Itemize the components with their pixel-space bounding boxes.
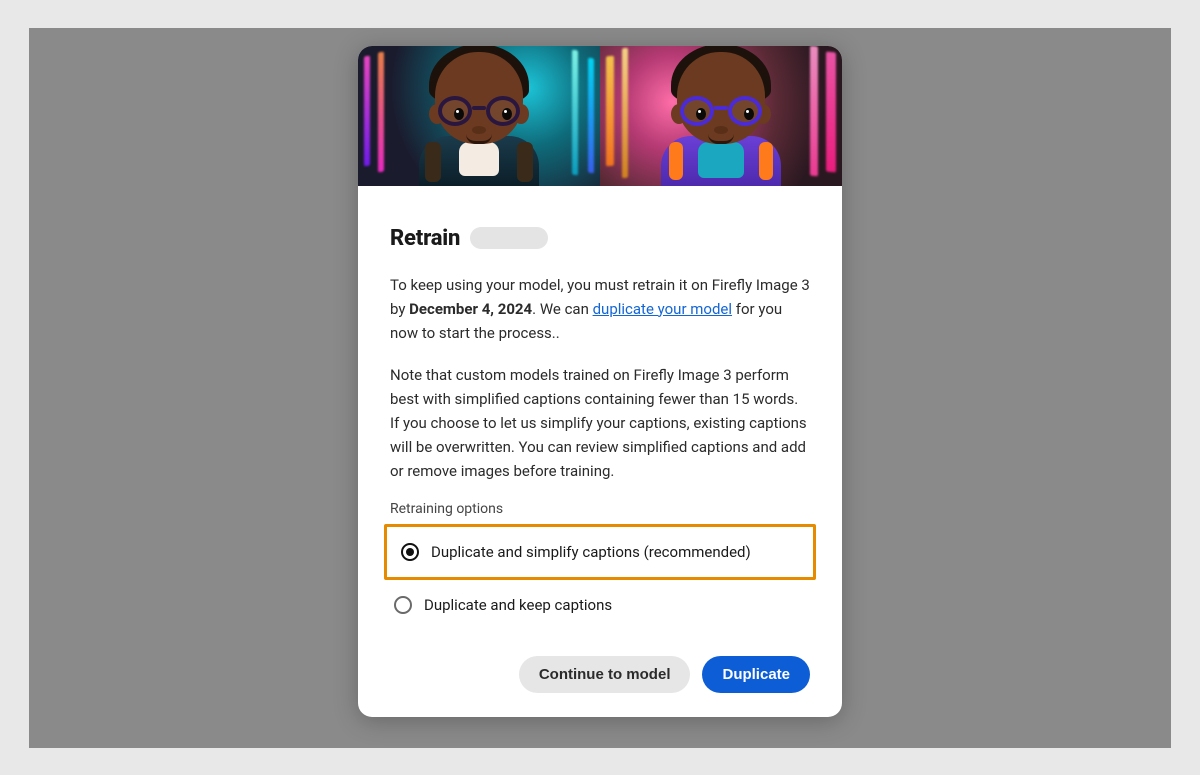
dialog-hero [358,46,842,186]
continue-to-model-button[interactable]: Continue to model [519,656,691,693]
hero-character-right [646,46,796,186]
dialog-actions: Continue to model Duplicate [390,656,810,693]
dialog-body-text: To keep using your model, you must retra… [390,273,810,483]
option-simplify-captions[interactable]: Duplicate and simplify captions (recomme… [397,535,803,569]
hero-image-left [358,46,600,186]
option-label: Duplicate and simplify captions (recomme… [431,543,751,561]
hero-character-left [404,46,554,186]
dialog-title: Retrain [390,226,460,251]
options-section-label: Retraining options [390,501,810,517]
intro-paragraph: To keep using your model, you must retra… [390,273,810,345]
option-keep-captions[interactable]: Duplicate and keep captions [390,588,810,622]
modal-backdrop: Retrain To keep using your model, you mu… [29,28,1171,748]
retrain-dialog: Retrain To keep using your model, you mu… [358,46,842,717]
dialog-title-row: Retrain [390,226,810,251]
duplicate-button[interactable]: Duplicate [702,656,810,693]
retraining-options: Duplicate and simplify captions (recomme… [390,527,810,622]
radio-selected-icon [401,543,419,561]
hero-image-right [600,46,842,186]
radio-unselected-icon [394,596,412,614]
option-highlight: Duplicate and simplify captions (recomme… [384,524,816,580]
model-name-placeholder [470,227,548,249]
duplicate-model-link[interactable]: duplicate your model [593,300,732,318]
note-paragraph: Note that custom models trained on Firef… [390,363,810,483]
deadline-date: December 4, 2024 [409,300,532,318]
intro-text-2: . We can [532,300,592,318]
option-label: Duplicate and keep captions [424,596,612,614]
dialog-content: Retrain To keep using your model, you mu… [358,186,842,717]
